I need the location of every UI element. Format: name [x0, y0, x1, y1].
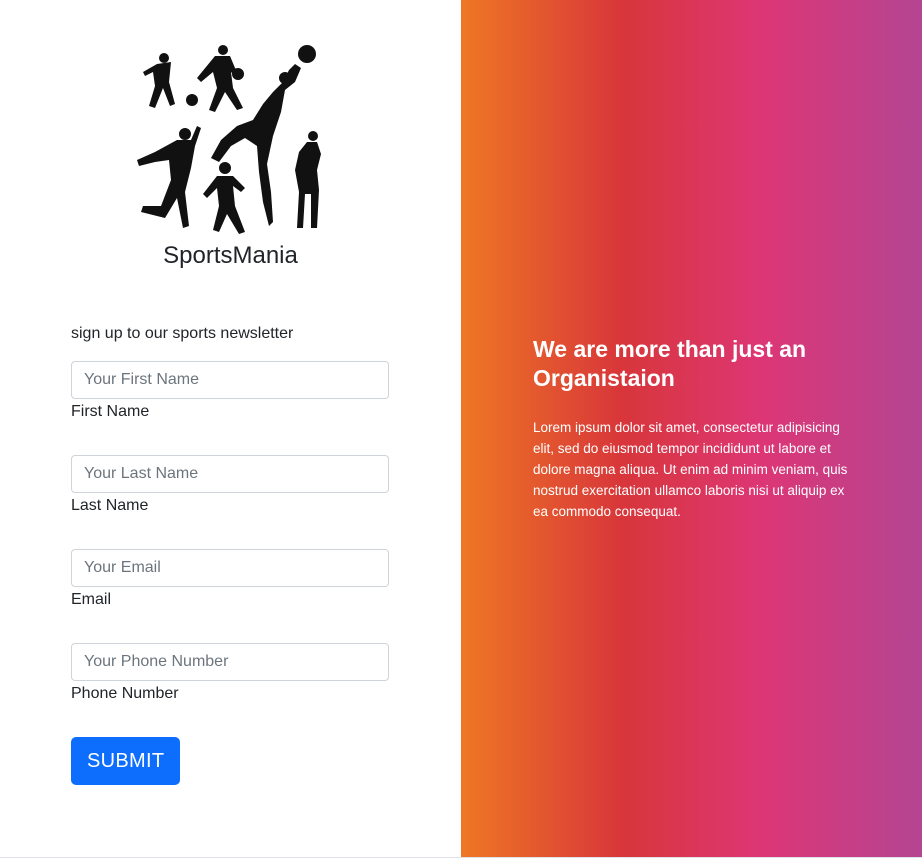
brand-name: SportsMania — [163, 242, 298, 269]
first-name-label: First Name — [71, 403, 150, 420]
first-name-input[interactable] — [71, 361, 389, 399]
email-input[interactable] — [71, 549, 389, 587]
phone-label: Phone Number — [71, 685, 179, 702]
last-name-group: Last Name — [71, 455, 389, 516]
email-label: Email — [71, 591, 112, 608]
page: SportsMania sign up to our sports newsle… — [0, 0, 922, 858]
last-name-input[interactable] — [71, 455, 389, 493]
first-name-group: First Name — [71, 361, 389, 422]
form-intro-text: sign up to our sports newsletter — [71, 325, 294, 342]
phone-group: Phone Number — [71, 643, 389, 704]
last-name-label: Last Name — [71, 497, 149, 514]
signup-section: SportsMania sign up to our sports newsle… — [0, 0, 461, 857]
phone-input[interactable] — [71, 643, 389, 681]
sports-silhouettes-logo — [137, 45, 321, 234]
panel-text: Lorem ipsum dolor sit amet, consectetur … — [533, 420, 848, 519]
email-group: Email — [71, 549, 389, 610]
panel-title: We are more than just an Organistaion — [533, 336, 807, 391]
submit-button[interactable]: SUBMIT — [71, 737, 181, 785]
